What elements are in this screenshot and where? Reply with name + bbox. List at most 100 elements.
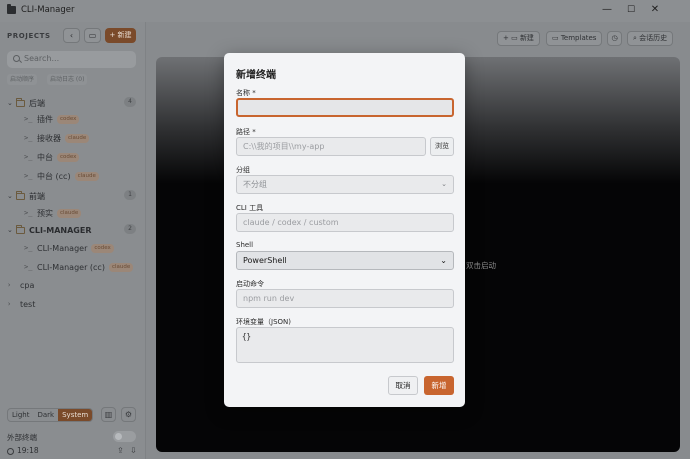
name-label: 名称 * [236,89,256,97]
collapse-button[interactable]: ‹ [63,28,80,43]
search-box[interactable]: Search... [7,51,136,68]
stats-button[interactable]: ▥ [101,407,116,422]
bar-chart-icon: ▥ [104,410,113,419]
terminal-icon: >_ [24,134,33,142]
terminal-hint: 双击启动 [466,261,496,270]
chevron-right-icon: › [7,300,12,308]
group-select-value: 不分组 [243,180,267,189]
group-backend[interactable]: ⌄ 后端 4 [7,95,139,111]
tool-tag: claude [108,262,134,272]
item-name: 中台 (cc) [37,171,71,181]
chevron-down-icon: ⌄ [441,180,447,188]
upload-icon[interactable]: ⇪ [117,446,124,455]
external-terminal-label: 外部终端 [7,433,37,442]
item-name: 接收器 [37,133,61,143]
item-name: CLI-Manager [37,243,88,253]
terminal-icon: >_ [24,172,33,180]
count-badge: 4 [124,97,136,107]
tool-tag: claude [57,208,82,218]
count-badge: 2 [124,224,136,234]
startup-command-input[interactable] [236,289,454,308]
status-time: 19:18 [17,446,39,455]
sort-option-order[interactable]: 启动顺序 [7,74,38,85]
clock-icon: ◷ [611,34,618,42]
chevron-left-icon: ‹ [69,31,74,40]
group-label: 分组 [236,166,250,174]
app-title: CLI-Manager [21,5,75,15]
env-json-textarea[interactable]: {} [236,327,454,363]
shell-label: Shell [236,241,254,249]
terminal-icon: >_ [24,153,33,161]
history-label: 会话历史 [639,34,668,42]
cli-label: CLI 工具 [236,204,264,212]
folder-icon [16,224,25,234]
list-item[interactable]: >_ 预实 claude [24,205,82,221]
folder-icon [16,97,25,107]
minimize-button[interactable]: — [600,3,614,17]
new-folder-button[interactable]: ▭ [84,28,101,43]
chevron-down-icon: ⌄ [7,99,13,107]
theme-dark[interactable]: Dark [33,409,58,421]
group-select[interactable]: 不分组 ⌄ [236,175,454,194]
chevron-down-icon: ⌄ [440,256,447,265]
chevron-down-icon: ⌄ [7,226,13,234]
folder-icon [16,190,25,200]
list-item[interactable]: >_ 中台 (cc) claude [24,168,99,184]
list-item[interactable]: >_ CLI-Manager (cc) claude [24,259,134,275]
chevron-down-icon: ⌄ [7,192,13,200]
terminal-icon: >_ [24,209,33,217]
close-button[interactable]: ✕ [648,3,662,17]
group-cli-manager[interactable]: ⌄ CLI-MANAGER 2 [7,222,139,238]
cli-input[interactable] [236,213,454,232]
templates-button[interactable]: ▭ Templates [546,31,603,46]
terminal-icon: >_ [24,244,33,252]
search-icon [13,55,20,62]
cancel-button[interactable]: 取消 [388,376,418,395]
list-item[interactable]: >_ 中台 codex [24,149,80,165]
template-icon: ▭ [552,34,561,42]
item-name: 插件 [37,114,53,124]
clock-icon [7,448,14,455]
sort-option-log[interactable]: 启动日志 (0) [47,74,88,85]
item-name: 中台 [37,152,53,162]
shell-select[interactable]: PowerShell ⌄ [236,251,454,270]
item-name: CLI-Manager (cc) [37,262,105,272]
new-terminal-dialog: 新增终端 名称 * 路径 * 浏览 分组 不分组 ⌄ CLI 工具 Shell … [224,53,465,407]
chevron-right-icon: › [7,281,12,289]
list-item[interactable]: >_ CLI-Manager codex [24,240,114,256]
terminal-icon: >_ [24,263,33,271]
submit-button[interactable]: 新增 [424,376,454,395]
list-item[interactable]: › cpa [7,277,38,293]
item-name: test [20,299,36,309]
theme-light[interactable]: Light [8,409,33,421]
new-terminal-button[interactable]: + ▭ 新建 [497,31,540,46]
browse-button[interactable]: 浏览 [430,137,454,156]
path-label: 路径 * [236,128,256,136]
download-icon[interactable]: ⇩ [130,446,137,455]
external-terminal-toggle[interactable] [113,431,136,442]
tool-tag: codex [57,114,80,124]
list-item[interactable]: >_ 插件 codex [24,111,80,127]
theme-system[interactable]: System [58,409,93,421]
new-project-button[interactable]: + 新建 [105,28,136,43]
list-item[interactable]: >_ 接收器 claude [24,130,90,146]
title-bar: CLI-Manager — ☐ ✕ [0,0,690,22]
search-placeholder: Search... [24,54,60,63]
theme-switch: Light Dark System [7,408,94,422]
settings-button[interactable]: ⚙ [121,407,136,422]
item-name: cpa [20,280,35,290]
path-input[interactable] [236,137,426,156]
group-frontend[interactable]: ⌄ 前端 1 [7,188,139,204]
group-name: 前端 [29,191,45,201]
clock-button[interactable]: ◷ [607,31,622,46]
new-terminal-label: 新建 [519,34,534,42]
history-button[interactable]: ⌕ 会话历史 [627,31,674,46]
tool-tag: codex [57,152,80,162]
name-input[interactable] [236,98,454,117]
group-name: 后端 [29,98,45,108]
maximize-button[interactable]: ☐ [624,3,638,17]
gear-icon: ⚙ [124,410,133,419]
env-label: 环境变量（JSON) [236,318,291,326]
list-item[interactable]: › test [7,296,39,312]
startup-label: 启动命令 [236,280,264,288]
